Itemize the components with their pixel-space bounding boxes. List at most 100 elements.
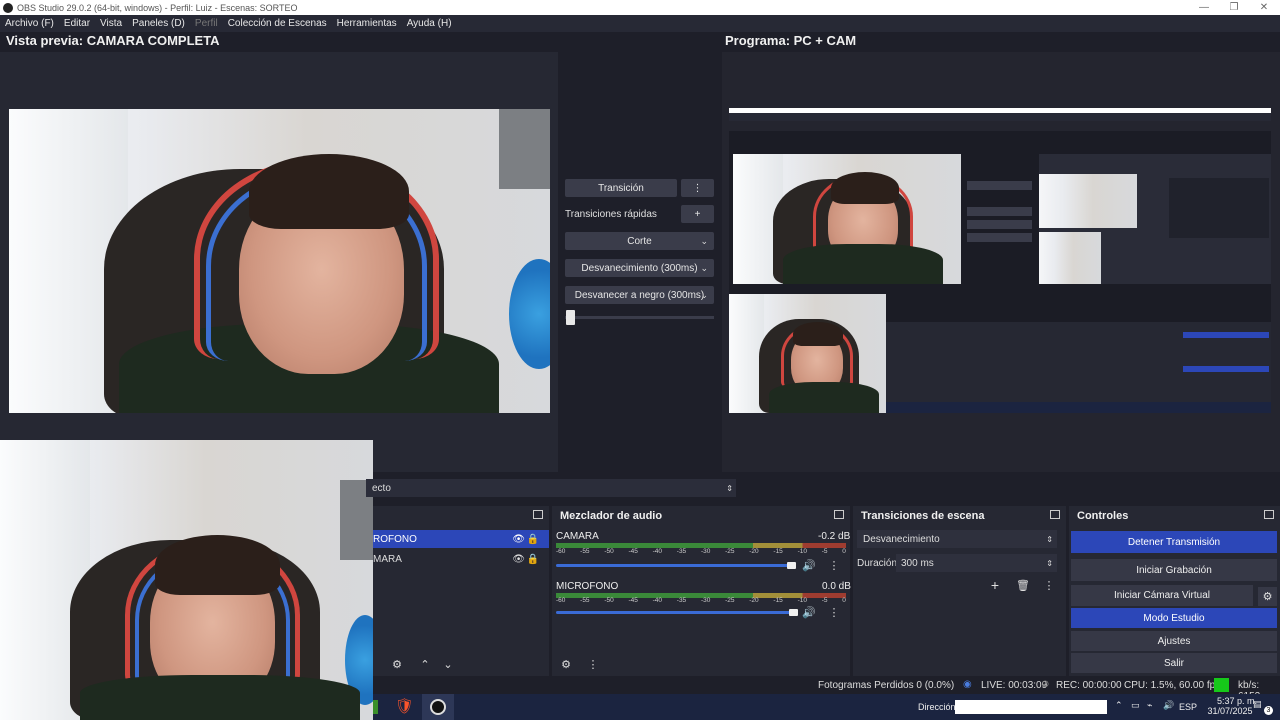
trash-icon[interactable]: 🗑 (1015, 577, 1031, 593)
language-indicator[interactable]: ESP (1179, 702, 1197, 712)
preview-camera-feed (9, 109, 550, 413)
mixer-title: Mezclador de audio (560, 510, 663, 522)
start-virtual-camera-button[interactable]: Iniciar Cámara Virtual (1071, 585, 1253, 606)
channel-menu-icon[interactable]: ⋮ (826, 604, 842, 620)
eye-icon[interactable]: 👁 (512, 534, 525, 545)
network-icon[interactable]: ⌁ (1147, 700, 1152, 711)
transition-menu-icon[interactable]: ⋮ (1041, 577, 1057, 593)
menu-perfil[interactable]: Perfil (195, 18, 218, 29)
quick-transitions-label: Transiciones rápidas (565, 209, 657, 220)
live-timer: LIVE: 00:03:09 (981, 680, 1048, 691)
move-down-icon[interactable]: ⌄ (440, 656, 456, 672)
menu-coleccion[interactable]: Colección de Escenas (228, 18, 327, 29)
float-dock-icon[interactable] (533, 510, 543, 519)
menu-paneles[interactable]: Paneles (D) (132, 18, 185, 29)
speaker-icon[interactable]: 🔊 (801, 557, 817, 573)
speaker-icon[interactable]: 🔊 (801, 604, 817, 620)
menu-ayuda[interactable]: Ayuda (H) (407, 18, 452, 29)
address-label: Dirección (918, 702, 956, 712)
volume-slider-handle[interactable] (787, 562, 796, 569)
chevron-down-icon: ⌄ (700, 235, 708, 246)
cpu-usage: CPU: 1.5%, 60.00 fps (1124, 680, 1221, 691)
quick-transition-fade-black[interactable]: Desvanecer a negro (300ms) ⌄ (565, 286, 714, 304)
quick-transition-fade[interactable]: Desvanecimiento (300ms) ⌄ (565, 259, 714, 277)
program-output (729, 108, 1271, 413)
lock-icon[interactable]: 🔒 (527, 554, 539, 565)
stop-streaming-button[interactable]: Detener Transmisión (1071, 531, 1277, 553)
gear-icon[interactable]: ⚙ (389, 656, 405, 672)
lock-icon[interactable]: 🔒 (527, 534, 539, 545)
menu-vista[interactable]: Vista (100, 18, 122, 29)
chevron-down-icon: ⌄ (700, 262, 708, 273)
add-transition-icon[interactable]: + (987, 577, 1003, 593)
title-bar: OBS Studio 29.0.2 (64-bit, windows) - Pe… (0, 0, 1280, 15)
mixer-settings-icon[interactable]: ⚙ (558, 656, 574, 672)
mixer-channel-name: CAMARA (556, 531, 599, 542)
studio-mode-button[interactable]: Modo Estudio (1071, 608, 1277, 628)
obs-taskbar-icon[interactable] (422, 694, 454, 720)
mixer-channel-name: MICROFONO (556, 581, 619, 592)
window-title: OBS Studio 29.0.2 (64-bit, windows) - Pe… (17, 2, 298, 13)
settings-button[interactable]: Ajustes (1071, 631, 1277, 651)
rec-timer: REC: 00:00:00 (1056, 680, 1122, 691)
notification-count: 3 (1264, 706, 1273, 715)
float-dock-icon[interactable] (834, 510, 844, 519)
transition-type-select[interactable]: Desvanecimiento ⇕ (857, 530, 1057, 548)
mixer-channel-db: 0.0 dB (822, 581, 851, 592)
channel-menu-icon[interactable]: ⋮ (826, 557, 842, 573)
float-dock-icon[interactable] (1264, 510, 1274, 519)
menu-herramientas[interactable]: Herramientas (337, 18, 397, 29)
camera-overlay-feed (0, 440, 373, 720)
add-quick-transition-icon[interactable]: + (681, 205, 714, 223)
move-up-icon[interactable]: ⌃ (417, 656, 433, 672)
start-recording-button[interactable]: Iniciar Grabación (1071, 559, 1277, 581)
dropped-frames: Fotogramas Perdidos 0 (0.0%) (818, 680, 955, 691)
taskbar-app-icon[interactable] (373, 700, 378, 714)
menu-editar[interactable]: Editar (64, 18, 90, 29)
meter-scale: -60 -55 -50 -45 -40 -35 -30 -25 -20 -15 -10 -5 0 (556, 548, 846, 555)
tbar-track (565, 316, 714, 319)
quick-transition-cut[interactable]: Corte ⌄ (565, 232, 714, 250)
volume-icon[interactable]: 🔊 (1163, 700, 1174, 711)
minimize-icon[interactable]: — (1190, 0, 1218, 15)
updown-icon: ⇕ (726, 483, 733, 493)
volume-slider-handle[interactable] (789, 609, 798, 616)
source-item-camara[interactable]: MARA 👁 🔒 (373, 550, 549, 568)
rec-icon: ⊘ (1041, 679, 1050, 690)
menu-archivo[interactable]: Archivo (F) (5, 18, 54, 29)
duration-input[interactable]: 300 ms ⇕ (896, 554, 1057, 572)
duration-label: Duración (857, 558, 898, 569)
obs-logo-icon (3, 2, 13, 13)
preview-title: Vista previa: CAMARA COMPLETA (6, 33, 220, 48)
eye-icon[interactable]: 👁 (512, 554, 525, 565)
mixer-channel-db: -0.2 dB (818, 531, 851, 542)
scene-select[interactable]: ecto ⇕ (366, 479, 736, 497)
clock[interactable]: 5:37 p. m. 31/07/2025 (1203, 696, 1257, 716)
chevron-up-icon[interactable]: ⌃ (1115, 700, 1123, 711)
volume-slider[interactable] (556, 564, 796, 567)
exit-button[interactable]: Salir (1071, 653, 1277, 673)
chevron-down-icon: ⌄ (700, 289, 708, 300)
meter-scale: -60 -55 -50 -45 -40 -35 -30 -25 -20 -15 -10 -5 0 (556, 597, 846, 604)
transition-menu-icon[interactable]: ⋮ (681, 179, 714, 197)
broadcast-icon: ◉ (963, 679, 972, 690)
gear-icon[interactable]: ⚙ (1258, 587, 1277, 606)
close-icon[interactable]: ✕ (1250, 0, 1278, 15)
brave-browser-icon[interactable]: 🛡 (395, 697, 414, 715)
restore-icon[interactable]: ❐ (1220, 0, 1248, 15)
taskbar: 🛡 Dirección ⌃ ▭ ⌁ 🔊 ESP 5:37 p. m. 31/07/… (373, 694, 1280, 720)
address-input[interactable] (955, 700, 1107, 714)
float-dock-icon[interactable] (1050, 510, 1060, 519)
tray-icon[interactable]: ▭ (1131, 700, 1140, 711)
connection-indicator (1214, 678, 1229, 692)
updown-icon: ⇕ (1046, 558, 1053, 568)
transition-button[interactable]: Transición (565, 179, 677, 197)
updown-icon: ⇕ (1046, 534, 1053, 544)
notification-icon[interactable]: ▤ (1253, 699, 1262, 710)
mixer-menu-icon[interactable]: ⋮ (585, 656, 601, 672)
tbar-handle[interactable] (566, 310, 575, 325)
menu-bar: Archivo (F) Editar Vista Paneles (D) Per… (0, 15, 1280, 32)
source-item-microfono[interactable]: ROFONO 👁 🔒 (373, 530, 549, 548)
volume-slider[interactable] (556, 611, 796, 614)
controls-title: Controles (1077, 510, 1129, 522)
